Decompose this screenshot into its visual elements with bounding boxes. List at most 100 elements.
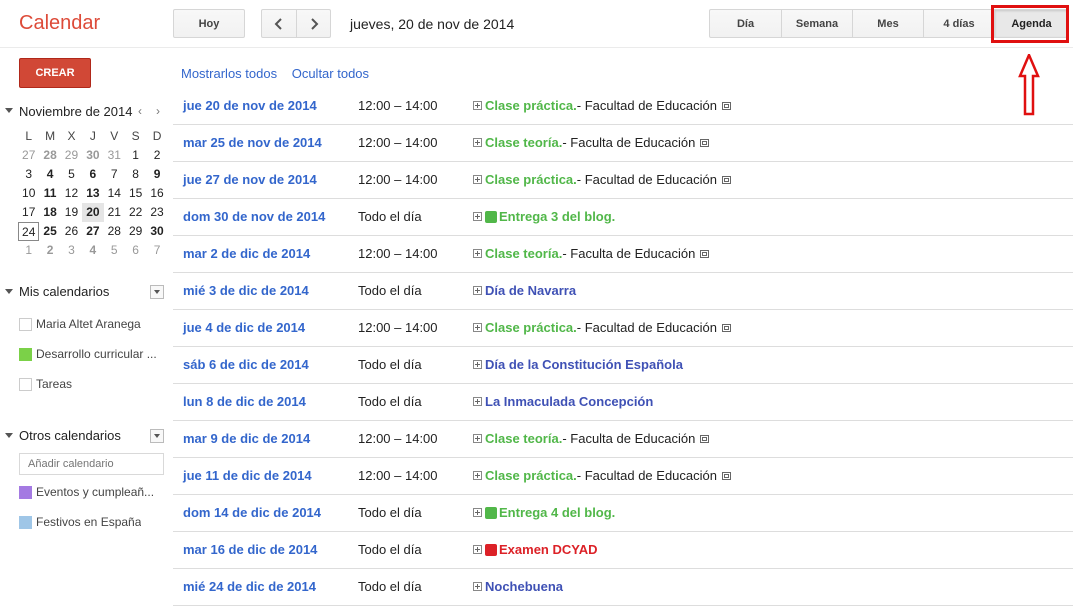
mini-calendar-day[interactable]: 3 xyxy=(18,165,39,184)
event-title[interactable]: Examen DCYAD xyxy=(499,542,598,557)
agenda-date-link[interactable]: jue 27 de nov de 2014 xyxy=(183,172,317,187)
show-all-link[interactable]: Mostrarlos todos xyxy=(181,66,277,81)
event-title[interactable]: Clase práctica. xyxy=(485,320,577,335)
agenda-event[interactable]: Clase teoría. - Faculta de Educación xyxy=(473,135,710,150)
agenda-date-link[interactable]: dom 30 de nov de 2014 xyxy=(183,209,325,224)
mini-calendar-day[interactable]: 27 xyxy=(18,146,39,165)
mini-calendar-day[interactable]: 15 xyxy=(125,184,146,203)
agenda-event[interactable]: Nochebuena xyxy=(473,579,563,594)
external-window-icon[interactable] xyxy=(700,249,710,258)
agenda-date-link[interactable]: jue 20 de nov de 2014 xyxy=(183,98,317,113)
calendar-item[interactable]: Eventos y cumpleañ... xyxy=(19,483,169,501)
mini-calendar-day[interactable]: 28 xyxy=(39,146,60,165)
mini-calendar-day[interactable]: 9 xyxy=(146,165,167,184)
event-title[interactable]: Clase teoría. xyxy=(485,246,562,261)
expand-plus-icon[interactable] xyxy=(473,397,482,406)
agenda-event[interactable]: Clase teoría. - Faculta de Educación xyxy=(473,431,710,446)
agenda-date-link[interactable]: mié 3 de dic de 2014 xyxy=(183,283,309,298)
agenda-event[interactable]: Día de Navarra xyxy=(473,283,576,298)
view-day-button[interactable]: Día xyxy=(709,9,782,38)
agenda-date-link[interactable]: mar 9 de dic de 2014 xyxy=(183,431,310,446)
agenda-date-link[interactable]: lun 8 de dic de 2014 xyxy=(183,394,306,409)
agenda-date-link[interactable]: sáb 6 de dic de 2014 xyxy=(183,357,309,372)
mini-calendar-day[interactable]: 7 xyxy=(146,241,167,260)
mini-calendar-day[interactable]: 7 xyxy=(104,165,125,184)
expand-plus-icon[interactable] xyxy=(473,545,482,554)
mini-calendar-day[interactable]: 1 xyxy=(125,146,146,165)
view-week-button[interactable]: Semana xyxy=(782,9,853,38)
expand-plus-icon[interactable] xyxy=(473,138,482,147)
expand-plus-icon[interactable] xyxy=(473,323,482,332)
mini-calendar-day[interactable]: 16 xyxy=(146,184,167,203)
expand-plus-icon[interactable] xyxy=(473,434,482,443)
mini-calendar-day[interactable]: 3 xyxy=(61,241,82,260)
agenda-event[interactable]: Entrega 4 del blog. xyxy=(473,505,615,520)
mini-calendar-day[interactable]: 29 xyxy=(125,222,146,241)
agenda-event[interactable]: Examen DCYAD xyxy=(473,542,598,557)
agenda-date-link[interactable]: dom 14 de dic de 2014 xyxy=(183,505,321,520)
other-calendars-menu-button[interactable] xyxy=(150,429,164,443)
mini-calendar-day[interactable]: 27 xyxy=(82,222,103,241)
mini-calendar-day[interactable]: 11 xyxy=(39,184,60,203)
external-window-icon[interactable] xyxy=(721,175,731,184)
calendar-item[interactable]: Desarrollo curricular ... xyxy=(19,345,169,363)
mini-calendar-day[interactable]: 18 xyxy=(39,203,60,222)
mini-calendar-day[interactable]: 28 xyxy=(104,222,125,241)
event-title[interactable]: Clase práctica. xyxy=(485,468,577,483)
calendar-color-swatch[interactable] xyxy=(19,377,32,391)
mini-calendar-day[interactable]: 13 xyxy=(82,184,103,203)
event-title[interactable]: Día de Navarra xyxy=(485,283,576,298)
my-calendars-header[interactable]: Mis calendarios xyxy=(5,284,165,302)
agenda-event[interactable]: Clase práctica. - Facultad de Educación xyxy=(473,320,731,335)
mini-calendar-day[interactable]: 2 xyxy=(39,241,60,260)
agenda-event[interactable]: Día de la Constitución Española xyxy=(473,357,683,372)
my-calendars-menu-button[interactable] xyxy=(150,285,164,299)
mini-calendar-day[interactable]: 14 xyxy=(104,184,125,203)
event-title[interactable]: Clase teoría. xyxy=(485,431,562,446)
mini-calendar-day[interactable]: 2 xyxy=(146,146,167,165)
external-window-icon[interactable] xyxy=(721,323,731,332)
mini-calendar-day[interactable]: 5 xyxy=(61,165,82,184)
event-title[interactable]: Clase teoría. xyxy=(485,135,562,150)
agenda-date-link[interactable]: mié 24 de dic de 2014 xyxy=(183,579,316,594)
mini-calendar-day[interactable]: 4 xyxy=(39,165,60,184)
agenda-date-link[interactable]: mar 2 de dic de 2014 xyxy=(183,246,310,261)
mini-calendar-day[interactable]: 24 xyxy=(18,222,40,241)
external-window-icon[interactable] xyxy=(700,138,710,147)
mini-calendar-day[interactable]: 19 xyxy=(61,203,82,222)
event-title[interactable]: Clase práctica. xyxy=(485,172,577,187)
mini-calendar-day[interactable]: 6 xyxy=(82,165,103,184)
mini-calendar-day[interactable]: 31 xyxy=(104,146,125,165)
mini-calendar-day[interactable]: 5 xyxy=(104,241,125,260)
calendar-item[interactable]: Tareas xyxy=(19,375,169,393)
view-month-button[interactable]: Mes xyxy=(853,9,924,38)
external-window-icon[interactable] xyxy=(721,101,731,110)
agenda-date-link[interactable]: jue 4 de dic de 2014 xyxy=(183,320,305,335)
event-title[interactable]: La Inmaculada Concepción xyxy=(485,394,653,409)
event-title[interactable]: Día de la Constitución Española xyxy=(485,357,683,372)
prev-period-button[interactable] xyxy=(261,9,297,38)
agenda-event[interactable]: Clase práctica. - Facultad de Educación xyxy=(473,468,731,483)
expand-plus-icon[interactable] xyxy=(473,360,482,369)
mini-calendar-day[interactable]: 10 xyxy=(18,184,39,203)
mini-calendar-day[interactable]: 29 xyxy=(61,146,82,165)
agenda-event[interactable]: Clase teoría. - Faculta de Educación xyxy=(473,246,710,261)
mini-calendar-day[interactable]: 1 xyxy=(18,241,39,260)
mini-calendar-day[interactable]: 25 xyxy=(39,222,60,241)
mini-calendar-day[interactable]: 8 xyxy=(125,165,146,184)
expand-plus-icon[interactable] xyxy=(473,508,482,517)
expand-plus-icon[interactable] xyxy=(473,212,482,221)
hide-all-link[interactable]: Ocultar todos xyxy=(292,66,369,81)
expand-plus-icon[interactable] xyxy=(473,249,482,258)
event-title[interactable]: Nochebuena xyxy=(485,579,563,594)
mini-calendar-day[interactable]: 4 xyxy=(82,241,103,260)
calendar-color-swatch[interactable] xyxy=(19,515,32,529)
event-title[interactable]: Clase práctica. xyxy=(485,98,577,113)
calendar-item[interactable]: Maria Altet Aranega xyxy=(19,315,169,333)
calendar-color-swatch[interactable] xyxy=(19,317,32,331)
expand-plus-icon[interactable] xyxy=(473,286,482,295)
calendar-color-swatch[interactable] xyxy=(19,485,32,499)
collapse-toggle-icon[interactable] xyxy=(5,108,13,113)
mini-calendar-day[interactable]: 6 xyxy=(125,241,146,260)
mini-calendar-day[interactable]: 20 xyxy=(82,203,104,222)
